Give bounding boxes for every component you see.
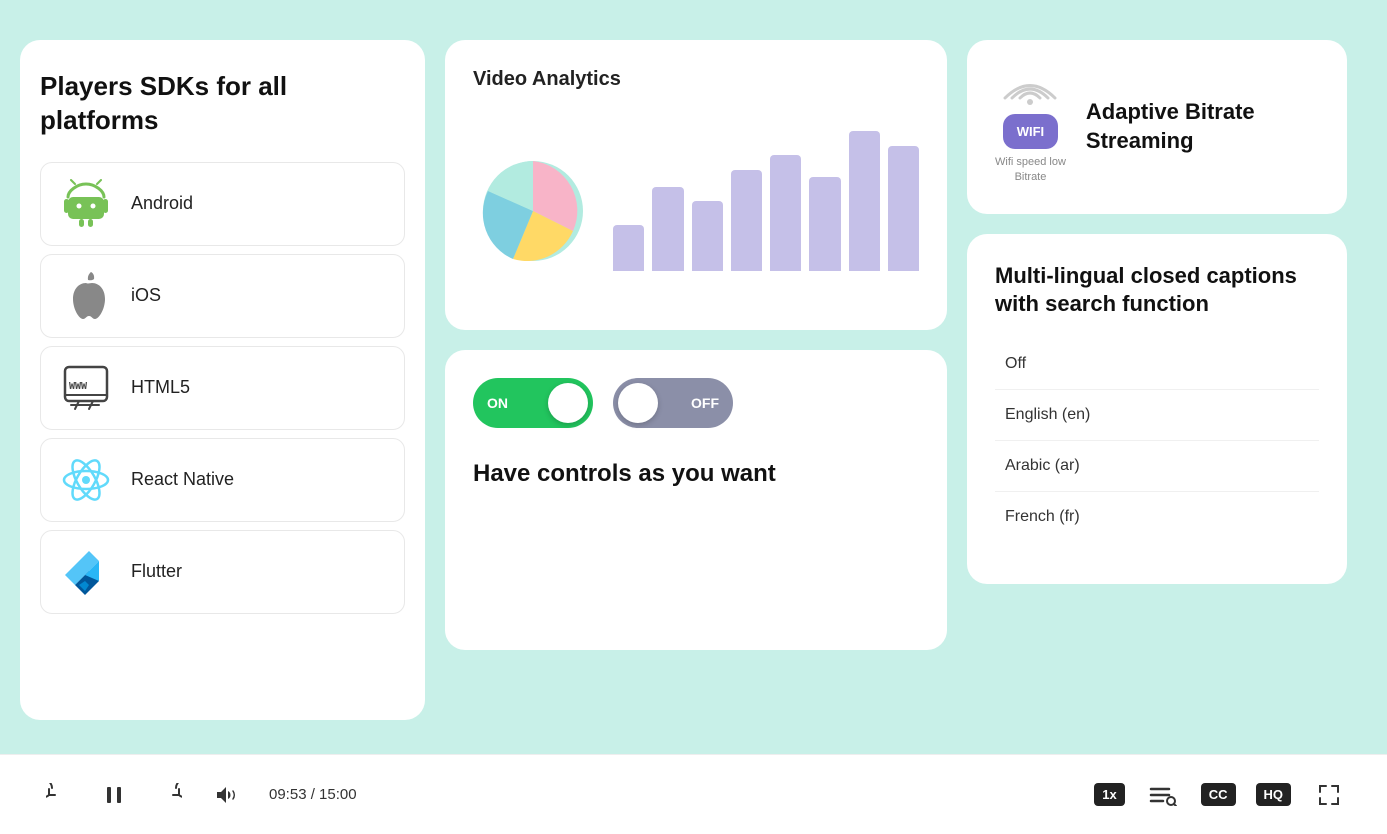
toggle-on-label: ON — [487, 395, 508, 411]
bar-8 — [888, 146, 919, 271]
time-display: 09:53 / 15:00 — [269, 786, 357, 803]
wifi-status: Wifi speed lowBitrate — [995, 155, 1066, 186]
svg-text:WWW: WWW — [69, 381, 88, 392]
captions-card: Multi-lingual closed captions with searc… — [967, 234, 1347, 584]
sdk-item-android[interactable]: Android — [40, 162, 405, 246]
caption-option-en[interactable]: English (en) — [995, 390, 1319, 441]
react-icon — [61, 455, 111, 505]
bar-2 — [652, 187, 683, 271]
toggle-off-label: OFF — [691, 395, 719, 411]
controls-card: ON OFF Have controls as you want — [445, 350, 947, 650]
bar-chart — [613, 131, 919, 271]
forward-button[interactable] — [152, 777, 188, 813]
caption-option-fr[interactable]: French (fr) — [995, 492, 1319, 542]
android-icon — [61, 179, 111, 229]
hq-button[interactable]: HQ — [1256, 783, 1292, 806]
sdk-panel-title: Players SDKs for all platforms — [40, 70, 405, 138]
video-analytics-title: Video Analytics — [473, 68, 919, 91]
adaptive-bitrate-card: WIFI Wifi speed lowBitrate Adaptive Bitr… — [967, 40, 1347, 214]
ios-label: iOS — [131, 285, 161, 306]
bar-4 — [731, 170, 762, 271]
sdk-item-ios[interactable]: iOS — [40, 254, 405, 338]
html5-icon: WWW — [61, 363, 111, 413]
bar-1 — [613, 225, 644, 271]
adaptive-title: Adaptive Bitrate Streaming — [1086, 98, 1319, 155]
fullscreen-button[interactable] — [1311, 777, 1347, 813]
caption-option-off[interactable]: Off — [995, 339, 1319, 390]
bar-7 — [849, 131, 880, 271]
flutter-icon — [61, 547, 111, 597]
controls-description: Have controls as you want — [473, 458, 919, 489]
bar-3 — [692, 201, 723, 271]
android-label: Android — [131, 193, 193, 214]
sdk-panel: Players SDKs for all platforms — [20, 40, 425, 720]
wifi-badge: WIFI — [1003, 114, 1058, 149]
toggle-off[interactable]: OFF — [613, 378, 733, 428]
bar-6 — [809, 177, 840, 271]
replay-button[interactable] — [40, 777, 76, 813]
wifi-signal-svg — [1000, 68, 1060, 108]
bar-5 — [770, 155, 801, 271]
toggle-on[interactable]: ON — [473, 378, 593, 428]
video-analytics-card: Video Analytics — [445, 40, 947, 330]
sdk-item-react-native[interactable]: React Native — [40, 438, 405, 522]
html5-label: HTML5 — [131, 377, 190, 398]
toggle-on-knob — [548, 383, 588, 423]
pie-chart — [473, 151, 593, 271]
chart-area — [473, 111, 919, 271]
wifi-container: WIFI Wifi speed lowBitrate — [995, 68, 1066, 186]
speed-button[interactable]: 1x — [1094, 783, 1124, 806]
toggle-row: ON OFF — [473, 378, 919, 428]
right-panel: WIFI Wifi speed lowBitrate Adaptive Bitr… — [967, 40, 1347, 584]
middle-panel: Video Analytics — [445, 40, 947, 650]
cc-button[interactable]: CC — [1201, 783, 1236, 806]
volume-button[interactable] — [208, 777, 244, 813]
flutter-label: Flutter — [131, 561, 182, 582]
sdk-list: Android iOS WWW — [40, 162, 405, 614]
sdk-item-html5[interactable]: WWW HTML5 — [40, 346, 405, 430]
controls-bar: 09:53 / 15:00 1x CC HQ — [0, 754, 1387, 834]
caption-option-ar[interactable]: Arabic (ar) — [995, 441, 1319, 492]
apple-icon — [61, 271, 111, 321]
pause-button[interactable] — [96, 777, 132, 813]
search-icon[interactable] — [1145, 777, 1181, 813]
sdk-item-flutter[interactable]: Flutter — [40, 530, 405, 614]
toggle-off-knob — [618, 383, 658, 423]
captions-title: Multi-lingual closed captions with searc… — [995, 262, 1319, 319]
react-native-label: React Native — [131, 469, 234, 490]
